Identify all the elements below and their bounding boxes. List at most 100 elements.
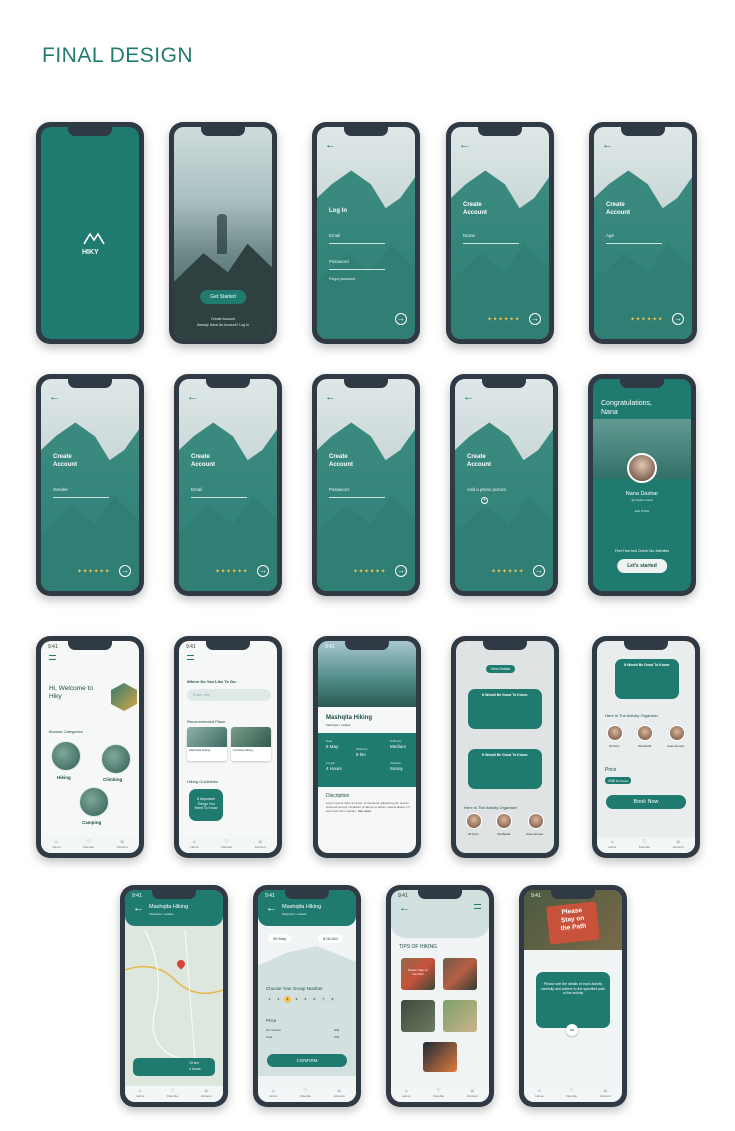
bottom-nav: ⌂ Home ♡ Favorite ☺ Account (41, 837, 139, 853)
organiser-name-1: Ali Sam (609, 744, 620, 748)
back-arrow-icon[interactable]: ← (133, 902, 144, 914)
profile-name: Nana Dashar (625, 491, 659, 497)
back-arrow-icon[interactable]: ← (325, 391, 336, 403)
description-text: Lorem ipsum dolor sit amet, consectetur … (326, 801, 410, 813)
nav-favorite[interactable]: ♡ Favorite (221, 840, 232, 850)
login-link[interactable]: Already Have An Account? Log In (174, 323, 272, 327)
email-field[interactable]: Email (329, 233, 340, 238)
nav-favorite[interactable]: ♡ Favorite (167, 1089, 178, 1099)
nav-home[interactable]: ⌂ Home (608, 840, 616, 850)
nav-home[interactable]: ⌂ Home (402, 1089, 410, 1099)
nav-account[interactable]: ☺ Account (673, 840, 684, 850)
password-field[interactable]: Password (329, 259, 349, 264)
menu-icon[interactable] (474, 904, 481, 909)
next-arrow-button[interactable]: → (395, 565, 407, 577)
nav-account[interactable]: ☺ Account (117, 840, 128, 850)
nav-favorite[interactable]: ♡ Favorite (433, 1089, 444, 1099)
back-arrow-icon[interactable]: ← (463, 391, 474, 403)
category-camping[interactable] (79, 787, 109, 817)
category-climbing[interactable] (101, 744, 131, 774)
back-arrow-icon[interactable]: ← (266, 902, 277, 914)
email-field[interactable]: Email (191, 487, 202, 492)
phone-create-email: ← Create Account Email ✦✦✦✦✦✦ → (174, 374, 282, 596)
phone-tips: 9:41 ← TIPS OF HIKING Please Stay on the… (386, 885, 494, 1107)
nav-account[interactable]: ☺ Account (600, 1089, 611, 1099)
tip-card-3[interactable] (401, 1000, 435, 1032)
next-arrow-button[interactable]: → (395, 313, 407, 325)
nav-favorite[interactable]: ♡ Favorite (639, 840, 650, 850)
phone-login: ← Log In Email Password Forgot password … (312, 122, 420, 344)
group-number-picker[interactable]: 1 2 3 4 5 6 7 8 (266, 996, 336, 1003)
time-chip[interactable]: 8:00 AM (318, 934, 343, 943)
next-arrow-button[interactable]: → (529, 313, 541, 325)
place-card-1[interactable]: Mashqita Hiking (187, 727, 227, 761)
edit-profile-link[interactable]: Edit Profile (593, 509, 691, 513)
organiser-avatar-3[interactable] (528, 813, 544, 829)
tip-card-4[interactable] (443, 1000, 477, 1032)
back-arrow-icon[interactable]: ← (459, 139, 470, 151)
nav-home[interactable]: ⌂ Home (535, 1089, 543, 1099)
confirm-button[interactable]: CONFIRM (267, 1054, 347, 1067)
nav-favorite[interactable]: ♡ Favorite (566, 1089, 577, 1099)
nav-favorite[interactable]: ♡ Favorite (83, 840, 94, 850)
back-arrow-icon[interactable]: ← (49, 391, 60, 403)
place-card-2[interactable]: Fenawa Hiking (231, 727, 271, 761)
total-value: 20$ (334, 1035, 340, 1039)
organiser-avatar-2[interactable] (496, 813, 512, 829)
profile-avatar[interactable] (627, 453, 657, 483)
tip-card-1[interactable]: Please Stay on the Path (401, 958, 435, 990)
nav-favorite[interactable]: ♡ Favorite (300, 1089, 311, 1099)
progress-steps: ✦✦✦✦✦✦ (215, 569, 249, 575)
category-hiking[interactable] (51, 741, 81, 771)
next-arrow-button[interactable]: → (257, 565, 269, 577)
map-subtitle: Mashqita / Latakia (149, 912, 174, 916)
gender-field[interactable]: Gender (53, 487, 68, 492)
organiser-avatar-1[interactable] (466, 813, 482, 829)
nav-home[interactable]: ⌂ Home (190, 840, 198, 850)
back-arrow-icon[interactable]: ← (187, 391, 198, 403)
nav-account[interactable]: ☺ Account (334, 1089, 345, 1099)
next-arrow-button[interactable]: → (119, 565, 131, 577)
password-field[interactable]: Password (329, 487, 349, 492)
group-title: Mashqita Hiking (282, 904, 322, 910)
name-field[interactable]: Name (463, 233, 475, 238)
phone-congrats: Congratulations, Nana Nana Dashar @ Nadin… (588, 374, 696, 596)
nav-account[interactable]: ☺ Account (201, 1089, 212, 1099)
forgot-password-link[interactable]: Forgot password (329, 277, 355, 281)
category-camping-label: Camping (82, 820, 102, 825)
next-arrow-button[interactable]: → (533, 565, 545, 577)
organiser-avatar-3[interactable] (669, 725, 685, 741)
back-arrow-icon[interactable]: ← (399, 902, 410, 914)
see-more-link[interactable]: See more (358, 809, 372, 813)
organiser-avatar-1[interactable] (607, 725, 623, 741)
nav-account[interactable]: ☺ Account (255, 840, 266, 850)
map-view[interactable] (125, 930, 223, 1060)
organiser-name-2: Ola Baddi (638, 744, 652, 748)
ok-button[interactable]: ok (566, 1024, 578, 1036)
view-details-button[interactable]: View Details (486, 665, 516, 673)
tip-card-2[interactable] (443, 958, 477, 990)
nav-home[interactable]: ⌂ Home (52, 840, 60, 850)
add-photo-icon[interactable]: + (481, 497, 488, 504)
age-field[interactable]: Age (606, 233, 614, 238)
guideline-card[interactable]: 6 Important Things You Need To Know (189, 789, 223, 821)
bottom-nav: ⌂ Home ♡ Favorite ☺ Account (258, 1086, 356, 1102)
create-account-link[interactable]: Create Account (174, 317, 272, 321)
phone-map: 9:41 ← Mashqita Hiking Mashqita / Lataki… (120, 885, 228, 1107)
get-started-button[interactable]: Get Started (200, 290, 246, 304)
nav-account[interactable]: ☺ Account (467, 1089, 478, 1099)
tip-card-5[interactable] (423, 1042, 457, 1072)
next-arrow-button[interactable]: → (672, 313, 684, 325)
menu-icon[interactable] (187, 655, 194, 660)
nav-home[interactable]: ⌂ Home (269, 1089, 277, 1099)
organiser-avatar-2[interactable] (637, 725, 653, 741)
nav-home[interactable]: ⌂ Home (136, 1089, 144, 1099)
organiser-name-1: Ali Sam (468, 832, 479, 836)
lets-started-button[interactable]: Let's started (617, 559, 667, 573)
date-chip[interactable]: 06 May (268, 934, 292, 943)
back-arrow-icon[interactable]: ← (602, 139, 613, 151)
back-arrow-icon[interactable]: ← (325, 139, 336, 151)
city-search-input[interactable]: Enter city (187, 689, 271, 701)
menu-icon[interactable] (49, 655, 56, 660)
book-now-button[interactable]: Book Now (606, 795, 686, 809)
